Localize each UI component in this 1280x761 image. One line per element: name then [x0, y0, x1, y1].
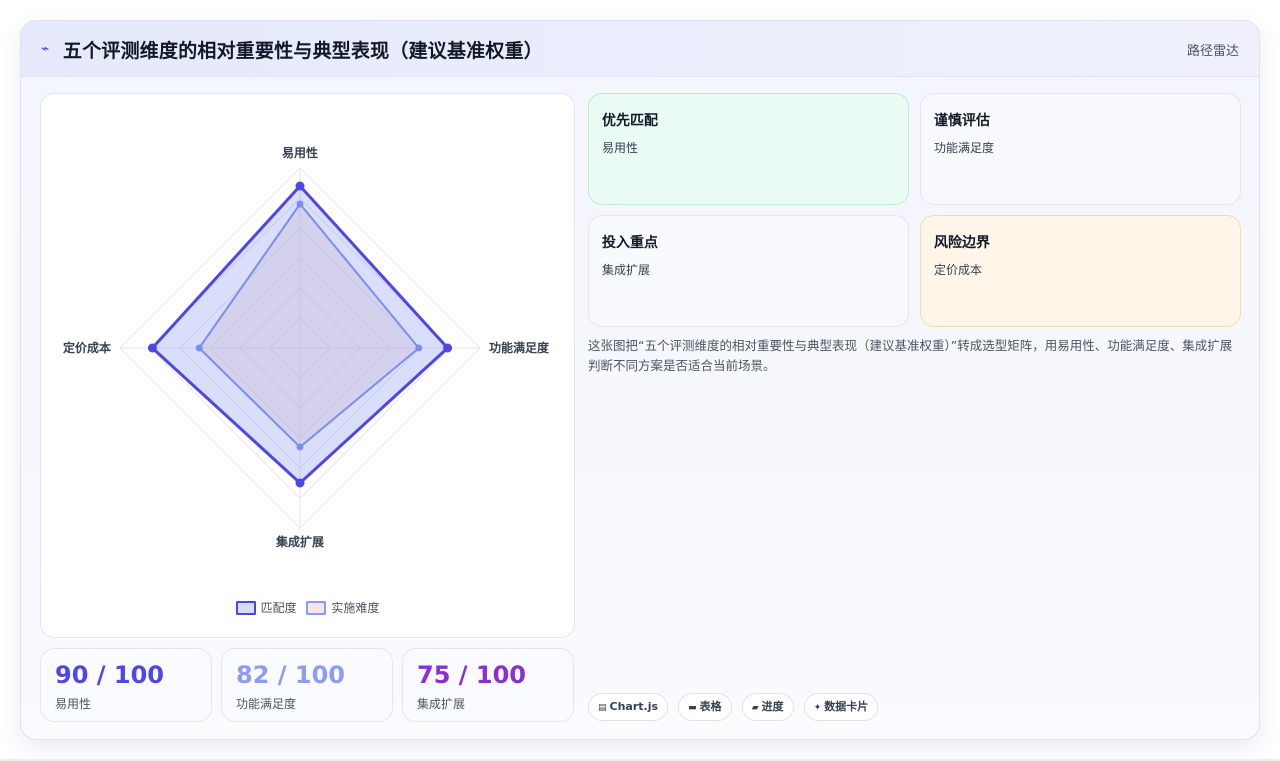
- legend-swatch-match: [235, 601, 256, 615]
- metric-value: 90 / 100: [55, 661, 164, 689]
- quadrant-title: 风险边界: [934, 235, 990, 251]
- quadrant-title: 谨慎评估: [934, 113, 990, 129]
- bolt-icon: ⌁: [41, 41, 50, 57]
- chip-chartjs[interactable]: ▤ Chart.js: [588, 693, 669, 721]
- radar-axis-label: 易用性: [282, 145, 318, 160]
- radar-point-0-3: [147, 343, 157, 353]
- quadrant-value: 定价成本: [934, 263, 983, 277]
- chip-progress[interactable]: ▰ 进度: [741, 693, 794, 721]
- tech-chips: ▤ Chart.js ▬ 表格 ▰ 进度 ✦ 数据卡片: [588, 693, 883, 721]
- metric-label: 功能满足度: [236, 697, 297, 711]
- metric-value: 75 / 100: [417, 661, 526, 689]
- quadrant-card-risk: 风险边界 定价成本: [920, 215, 1241, 327]
- quadrant-value: 集成扩展: [602, 263, 651, 277]
- progress-icon: ▰: [751, 703, 759, 713]
- quadrant-value: 功能满足度: [934, 141, 995, 155]
- radar-series-0-area: [150, 184, 450, 485]
- legend-item-difficulty[interactable]: 实施难度: [306, 599, 379, 616]
- chip-table[interactable]: ▬ 表格: [678, 693, 732, 721]
- radar-axis-label: 功能满足度: [489, 340, 550, 355]
- legend-swatch-difficulty: [306, 601, 327, 615]
- metric-label: 易用性: [55, 697, 92, 711]
- report-card: ⌁ 五个评测维度的相对重要性与典型表现（建议基准权重） 路径雷达 易用性功能满足…: [20, 20, 1260, 740]
- legend-label-difficulty: 实施难度: [331, 601, 380, 615]
- quadrant-card-investment: 投入重点 集成扩展: [588, 215, 909, 327]
- radar-point-0-0: [295, 181, 305, 191]
- metric-card-integration: 75 / 100 集成扩展: [402, 648, 574, 722]
- card-header: ⌁ 五个评测维度的相对重要性与典型表现（建议基准权重） 路径雷达: [21, 21, 1259, 77]
- legend-item-match[interactable]: 匹配度: [235, 599, 297, 616]
- radar-chart: 易用性功能满足度集成扩展 定价成本: [63, 145, 550, 549]
- chart-icon: ▤: [598, 703, 607, 713]
- quadrant-card-priority: 优先匹配 易用性: [588, 93, 909, 205]
- chart-legend: 匹配度 实施难度: [41, 599, 574, 616]
- header-tag: 路径雷达: [1186, 44, 1239, 59]
- quadrant-value: 易用性: [602, 141, 639, 155]
- table-icon: ▬: [688, 703, 697, 713]
- metric-value: 82 / 100: [236, 661, 345, 689]
- card-title: 五个评测维度的相对重要性与典型表现（建议基准权重）: [63, 40, 544, 62]
- quadrant-card-caution: 谨慎评估 功能满足度: [920, 93, 1241, 205]
- chip-label: 进度: [761, 700, 784, 713]
- radar-chart-panel: 易用性功能满足度集成扩展 定价成本 匹配度 实施难度: [40, 93, 575, 638]
- radar-axis-label: 定价成本: [63, 340, 111, 355]
- metric-card-usability: 90 / 100 易用性: [40, 648, 212, 722]
- quadrant-title: 投入重点: [602, 235, 658, 251]
- radar-point-0-1: [443, 343, 453, 353]
- chip-label: 数据卡片: [824, 700, 869, 713]
- metric-card-functionality: 82 / 100 功能满足度: [221, 648, 393, 722]
- metric-label: 集成扩展: [417, 697, 466, 711]
- radar-point-0-2: [295, 478, 305, 488]
- chart-description: 这张图把“五个评测维度的相对重要性与典型表现（建议基准权重）”转成选型矩阵，用易…: [588, 338, 1233, 373]
- data-card-icon: ✦: [813, 703, 822, 713]
- radar-axis-label: 集成扩展: [275, 534, 324, 549]
- chip-label: Chart.js: [609, 700, 659, 713]
- chip-data-card[interactable]: ✦ 数据卡片: [803, 693, 879, 721]
- legend-label-match: 匹配度: [260, 601, 297, 615]
- chip-label: 表格: [699, 700, 722, 713]
- quadrant-title: 优先匹配: [602, 113, 658, 129]
